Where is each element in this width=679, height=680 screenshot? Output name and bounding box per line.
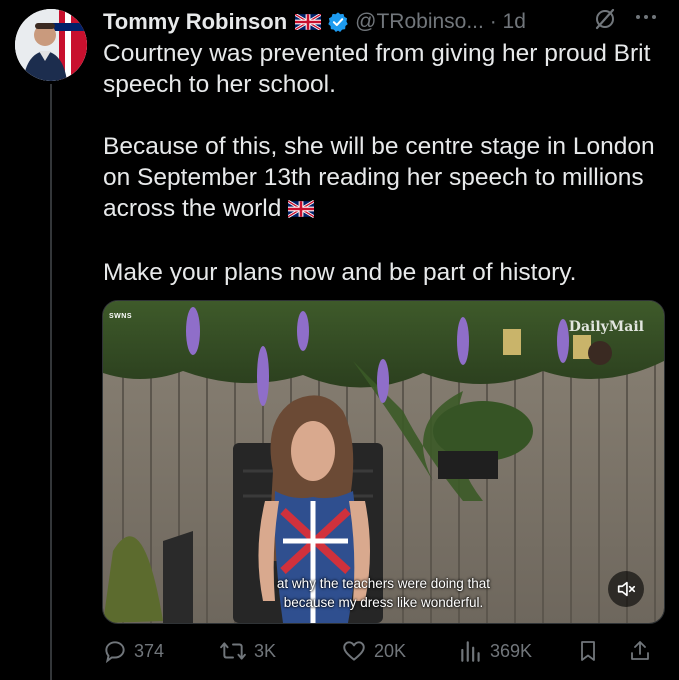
source-tag: SWNS bbox=[109, 313, 132, 320]
grok-icon[interactable] bbox=[593, 7, 617, 36]
bookmark-button[interactable] bbox=[576, 636, 600, 666]
tweet-paragraph-2: Because of this, she will be centre stag… bbox=[103, 131, 663, 226]
muted-speaker-icon bbox=[617, 581, 636, 597]
video-caption-line-2: because my dress like wonderful. bbox=[283, 595, 484, 610]
author-name[interactable]: Tommy Robinson bbox=[103, 9, 287, 35]
share-button[interactable] bbox=[628, 636, 652, 666]
video-player[interactable]: SWNS DailyMail at why the teachers were … bbox=[102, 300, 665, 624]
avatar[interactable] bbox=[15, 9, 87, 81]
author-handle[interactable]: @TRobinso... bbox=[355, 10, 484, 34]
repost-count: 3K bbox=[254, 640, 277, 661]
video-caption-line-1: at why the teachers were doing that bbox=[276, 576, 491, 591]
video-frame bbox=[103, 301, 664, 623]
repost-icon bbox=[220, 642, 246, 660]
heart-icon bbox=[343, 641, 365, 661]
tweet-paragraph-2-text: Because of this, she will be centre stag… bbox=[103, 133, 655, 222]
repost-button[interactable]: 3K bbox=[218, 636, 276, 666]
post-time[interactable]: 1d bbox=[503, 10, 526, 34]
tweet-header: Tommy Robinson @TRobinso... · 1d bbox=[103, 6, 526, 38]
thread-line bbox=[50, 84, 52, 680]
more-options-icon[interactable] bbox=[633, 5, 659, 35]
time-separator: · bbox=[483, 10, 503, 33]
reply-button[interactable]: 374 bbox=[102, 636, 164, 666]
action-bar: 374 3K 20K 369K bbox=[0, 636, 679, 666]
tweet-paragraph-3: Make your plans now and be part of histo… bbox=[103, 259, 577, 286]
tweet-text: Courtney was prevented from giving her p… bbox=[103, 38, 663, 288]
views-count: 369K bbox=[490, 640, 533, 661]
uk-flag-emoji-icon bbox=[287, 195, 315, 226]
share-icon bbox=[631, 641, 649, 660]
tweet-paragraph-1: Courtney was prevented from giving her p… bbox=[103, 40, 651, 98]
reply-icon bbox=[105, 641, 125, 664]
uk-flag-icon bbox=[295, 14, 322, 30]
verified-badge-icon bbox=[327, 11, 349, 33]
dailymail-watermark: DailyMail bbox=[568, 319, 644, 335]
like-button[interactable]: 20K bbox=[340, 636, 406, 666]
reply-count: 374 bbox=[134, 640, 165, 661]
like-count: 20K bbox=[374, 640, 407, 661]
bookmark-icon bbox=[581, 641, 595, 661]
views-button[interactable]: 369K bbox=[458, 636, 532, 666]
mute-button[interactable] bbox=[608, 571, 644, 607]
views-chart-icon bbox=[461, 641, 480, 662]
